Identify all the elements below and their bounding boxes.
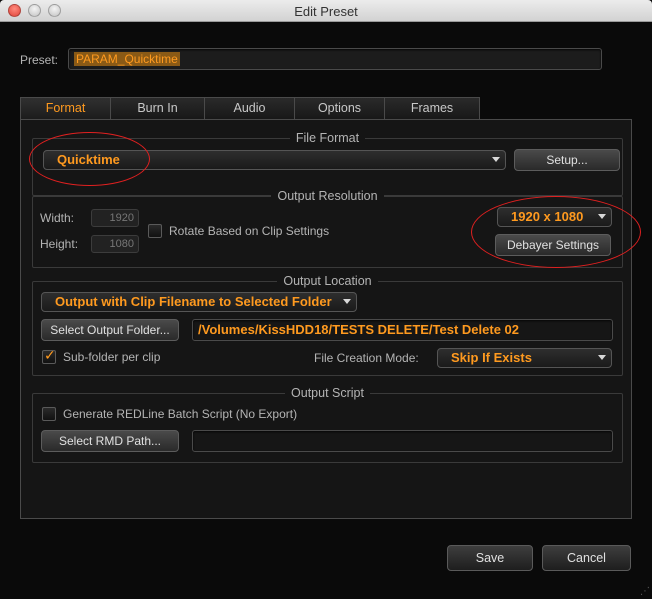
output-mode-value: Output with Clip Filename to Selected Fo… xyxy=(55,294,332,309)
select-rmd-path-button[interactable]: Select RMD Path... xyxy=(41,430,179,452)
width-input[interactable]: 1920 xyxy=(91,209,139,227)
output-location-group: Output Location Output with Clip Filenam… xyxy=(32,274,623,376)
output-resolution-title: Output Resolution xyxy=(271,189,384,203)
tab-frames[interactable]: Frames xyxy=(384,97,480,119)
output-script-title: Output Script xyxy=(285,386,370,400)
rmd-path-field[interactable] xyxy=(192,430,613,452)
setup-button[interactable]: Setup... xyxy=(514,149,620,171)
preset-label: Preset: xyxy=(20,53,59,67)
window-title: Edit Preset xyxy=(294,4,358,19)
tab-options[interactable]: Options xyxy=(294,97,385,119)
preset-name-value: PARAM_Quicktime xyxy=(74,52,180,66)
generate-script-checkbox[interactable] xyxy=(42,407,56,421)
rotate-checkbox[interactable] xyxy=(148,224,162,238)
cancel-button[interactable]: Cancel xyxy=(542,545,631,571)
chevron-down-icon xyxy=(343,299,351,304)
tab-burn-in[interactable]: Burn In xyxy=(110,97,205,119)
height-label: Height: xyxy=(40,237,79,251)
height-input[interactable]: 1080 xyxy=(91,235,139,253)
generate-script-label: Generate REDLine Batch Script (No Export… xyxy=(63,407,298,421)
output-mode-select[interactable]: Output with Clip Filename to Selected Fo… xyxy=(41,292,357,312)
output-folder-path[interactable]: /Volumes/KissHDD18/TESTS DELETE/Test Del… xyxy=(192,319,613,341)
chevron-down-icon xyxy=(492,157,500,162)
tab-format[interactable]: Format xyxy=(20,97,111,119)
output-script-group: Output Script Generate REDLine Batch Scr… xyxy=(32,386,623,463)
subfolder-label: Sub-folder per clip xyxy=(63,350,161,364)
tab-audio[interactable]: Audio xyxy=(204,97,295,119)
preset-name-input[interactable]: PARAM_Quicktime xyxy=(68,48,602,70)
save-button[interactable]: Save xyxy=(447,545,533,571)
file-creation-mode-select[interactable]: Skip If Exists xyxy=(437,348,612,368)
chevron-down-icon xyxy=(598,355,606,360)
select-output-folder-button[interactable]: Select Output Folder... xyxy=(41,319,179,341)
checkmark-icon: ✓ xyxy=(44,347,56,363)
file-format-title: File Format xyxy=(289,131,366,145)
title-bar: Edit Preset xyxy=(0,0,652,22)
resize-grip-icon[interactable]: ⋰ xyxy=(640,586,650,597)
rotate-label: Rotate Based on Clip Settings xyxy=(169,224,330,238)
output-location-title: Output Location xyxy=(277,274,378,288)
annotation-ellipse-format xyxy=(29,132,150,186)
file-creation-mode-value: Skip If Exists xyxy=(451,350,532,365)
width-label: Width: xyxy=(40,211,75,225)
annotation-ellipse-resolution xyxy=(471,196,641,268)
file-creation-mode-label: File Creation Mode: xyxy=(314,351,419,365)
subfolder-checkbox[interactable]: ✓ xyxy=(42,347,56,364)
